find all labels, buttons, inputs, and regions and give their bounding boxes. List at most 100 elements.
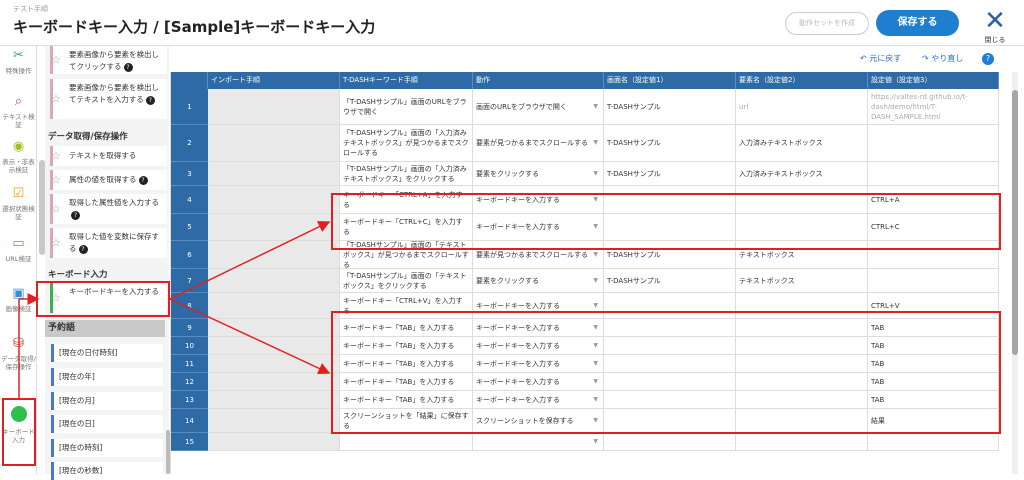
panel-item-detect-input[interactable]: ☆ 要素画像から要素を検出してテキストを入力する?	[50, 79, 167, 119]
help-icon[interactable]: ?	[982, 53, 994, 65]
import-step-cell[interactable]	[208, 391, 340, 409]
import-step-cell[interactable]	[208, 214, 340, 241]
row-number[interactable]: 15	[171, 433, 208, 451]
chevron-down-icon[interactable]: ▼	[593, 102, 598, 112]
element-name-cell[interactable]: 入力済みテキストボックス	[736, 162, 868, 186]
column-header[interactable]: 動作	[473, 72, 604, 89]
help-icon[interactable]: ?	[123, 63, 133, 72]
help-icon[interactable]: ?	[138, 176, 148, 185]
import-step-cell[interactable]	[208, 241, 340, 269]
import-step-cell[interactable]	[208, 337, 340, 355]
screen-name-cell[interactable]	[604, 433, 736, 451]
star-icon[interactable]: ☆	[51, 174, 65, 187]
panel-item-detect-click[interactable]: ☆ 要素画像から要素を検出してクリックする?	[50, 46, 167, 74]
reserved-word-item[interactable]: [現在の日]	[51, 415, 163, 433]
reserved-word-item[interactable]: [現在の時刻]	[51, 439, 163, 457]
value-cell[interactable]	[868, 125, 999, 162]
reserved-word-item[interactable]: [現在の月]	[51, 392, 163, 410]
chevron-down-icon[interactable]: ▼	[593, 437, 598, 447]
row-number[interactable]: 1	[171, 89, 208, 125]
rail-item-0[interactable]: ✂ 特殊操作	[0, 48, 37, 75]
import-step-cell[interactable]	[208, 269, 340, 293]
panel-item-save-var[interactable]: ☆ 取得した値を変数に保存する?	[50, 228, 167, 258]
import-step-cell[interactable]	[208, 186, 340, 214]
chevron-down-icon[interactable]: ▼	[593, 276, 598, 286]
keyword-step-cell[interactable]: 「T-DASHサンプル」画面の「入力済みテキストボックス」が見つかるまでスクロー…	[340, 125, 473, 162]
element-name-cell[interactable]: テキストボックス	[736, 269, 868, 293]
element-name-cell[interactable]: url	[736, 89, 868, 125]
rail-item-6[interactable]: ⛁ データ取得/保存操作	[0, 336, 37, 371]
column-header[interactable]: T-DASHキーワード手順	[340, 72, 473, 89]
import-step-cell[interactable]	[208, 319, 340, 337]
panel-item-get-attr[interactable]: ☆ 属性の値を取得する?	[50, 170, 167, 190]
save-button[interactable]: 保存する	[876, 10, 959, 36]
redo-button[interactable]: ↷ やり直し	[922, 53, 963, 64]
action-cell[interactable]: 要素をクリックする ▼	[473, 162, 604, 186]
star-icon[interactable]: ☆	[51, 54, 65, 67]
star-icon[interactable]: ☆	[51, 93, 65, 106]
row-number[interactable]: 11	[171, 355, 208, 373]
screen-name-cell[interactable]: T-DASHサンプル	[604, 89, 736, 125]
reserved-word-item[interactable]: [現在の日付時刻]	[51, 344, 163, 362]
column-header[interactable]: インポート手順	[208, 72, 340, 89]
keyword-step-cell[interactable]: 「T-DASHサンプル」画面の「入力済みテキストボックス」をクリックする	[340, 162, 473, 186]
column-header[interactable]: 要素名（設定値2）	[736, 72, 868, 89]
action-cell[interactable]: 画面のURLをブラウザで開く ▼	[473, 89, 604, 125]
panel-item-input-attr[interactable]: ☆ 取得した属性値を入力する?	[50, 194, 167, 224]
row-number[interactable]: 8	[171, 293, 208, 319]
screen-name-cell[interactable]: T-DASHサンプル	[604, 162, 736, 186]
create-action-set-button[interactable]: 動作セットを作成	[785, 12, 869, 35]
rail-item-4[interactable]: ▭ URL検証	[0, 236, 37, 263]
keyword-step-cell[interactable]: 「T-DASHサンプル」画面の「テキストボックス」をクリックする	[340, 269, 473, 293]
element-name-cell[interactable]: 入力済みテキストボックス	[736, 125, 868, 162]
row-number[interactable]: 7	[171, 269, 208, 293]
rail-item-3[interactable]: ☑ 選択状態検証	[0, 186, 37, 221]
rail-item-2[interactable]: ◉ 表示・非表示検証	[0, 139, 37, 174]
chevron-down-icon[interactable]: ▼	[593, 301, 598, 311]
star-icon[interactable]: ☆	[51, 237, 65, 250]
screen-name-cell[interactable]: T-DASHサンプル	[604, 125, 736, 162]
chevron-down-icon[interactable]: ▼	[593, 250, 598, 260]
keyword-step-cell[interactable]	[340, 433, 473, 451]
import-step-cell[interactable]	[208, 162, 340, 186]
value-cell[interactable]	[868, 162, 999, 186]
screen-name-cell[interactable]: T-DASHサンプル	[604, 269, 736, 293]
row-number[interactable]: 3	[171, 162, 208, 186]
value-cell[interactable]	[868, 269, 999, 293]
reserved-word-item[interactable]: [現在の秒数]	[51, 462, 163, 480]
column-header[interactable]: 設定値（設定値3）	[868, 72, 999, 89]
import-step-cell[interactable]	[208, 373, 340, 391]
row-number[interactable]: 12	[171, 373, 208, 391]
undo-button[interactable]: ↶ 元に戻す	[860, 53, 901, 64]
chevron-down-icon[interactable]: ▼	[593, 138, 598, 148]
help-icon[interactable]: ?	[78, 245, 88, 254]
keyword-step-cell[interactable]: 「T-DASHサンプル」画面のURLをブラウザで開く	[340, 89, 473, 125]
action-cell[interactable]: 要素が見つかるまでスクロールする ▼	[473, 125, 604, 162]
action-cell[interactable]: 要素をクリックする ▼	[473, 269, 604, 293]
star-icon[interactable]: ☆	[51, 203, 65, 216]
chevron-down-icon[interactable]: ▼	[593, 169, 598, 179]
reserved-word-item[interactable]: [現在の年]	[51, 368, 163, 386]
rail-item-5[interactable]: ▣ 画像検証	[0, 286, 37, 313]
help-icon[interactable]: ?	[145, 96, 155, 105]
row-number[interactable]: 4	[171, 186, 208, 214]
import-step-cell[interactable]	[208, 409, 340, 433]
panel-item-get-text[interactable]: ☆ テキストを取得する	[50, 146, 167, 166]
action-cell[interactable]: ▼	[473, 433, 604, 451]
close-button[interactable]: ✕ 閉じる	[980, 8, 1010, 44]
row-number[interactable]: 13	[171, 391, 208, 409]
value-cell[interactable]: https://valtes-rd.github.io/t-dash/demo/…	[868, 89, 999, 125]
row-number[interactable]: 2	[171, 125, 208, 162]
row-number[interactable]: 9	[171, 319, 208, 337]
import-step-cell[interactable]	[208, 433, 340, 451]
help-icon[interactable]: ?	[71, 211, 80, 220]
import-step-cell[interactable]	[208, 293, 340, 319]
import-step-cell[interactable]	[208, 89, 340, 125]
column-header[interactable]: 画面名（設定値1）	[604, 72, 736, 89]
value-cell[interactable]	[868, 433, 999, 451]
grid-scrollbar-thumb[interactable]	[1012, 90, 1018, 355]
row-number[interactable]: 14	[171, 409, 208, 433]
star-icon[interactable]: ☆	[51, 150, 65, 163]
import-step-cell[interactable]	[208, 125, 340, 162]
row-number[interactable]: 5	[171, 214, 208, 241]
